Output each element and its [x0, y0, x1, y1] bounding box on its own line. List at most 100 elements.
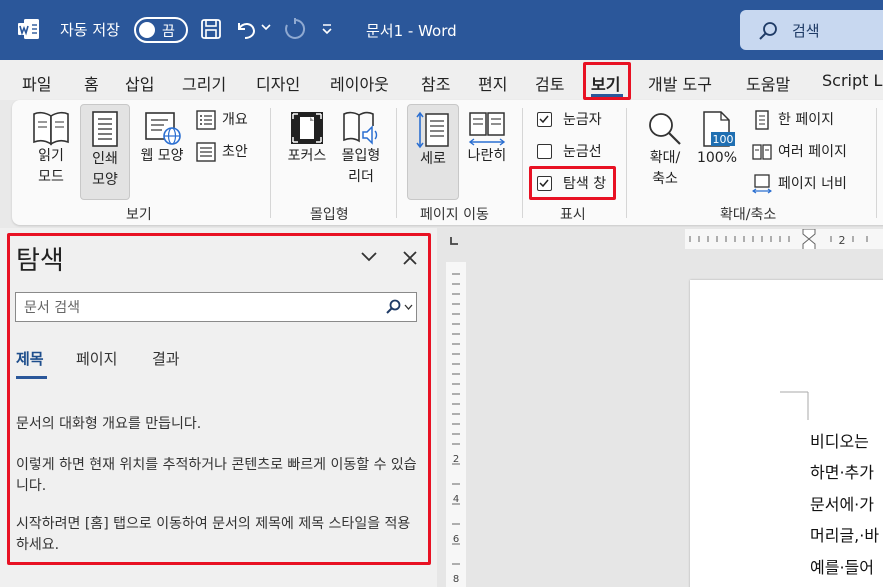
web-layout-label: 웹 모양 — [140, 148, 184, 164]
side-to-side-button[interactable]: 나란히 — [462, 110, 512, 167]
ruler-checkbox[interactable]: 눈금자 — [537, 110, 607, 130]
search-icon — [759, 22, 777, 40]
document-text-line[interactable]: 예를·들어 — [810, 554, 874, 578]
group-separator — [876, 108, 877, 218]
tab-layout[interactable]: 레이아웃 — [330, 71, 389, 95]
ruler-ticks: 2 — [689, 228, 868, 256]
multiple-pages-icon — [752, 144, 772, 160]
print-layout-button[interactable]: 인쇄 모양 — [80, 104, 130, 200]
checkmark-icon — [539, 115, 549, 124]
vertical-ruler-label: 6 — [453, 534, 459, 545]
vertical-ruler-label: 2 — [453, 454, 459, 465]
gridlines-checkbox[interactable]: 눈금선 — [537, 142, 607, 162]
outline-label: 개요 — [222, 112, 248, 128]
page-width-label: 페이지 너비 — [778, 176, 847, 192]
focus-icon — [291, 112, 323, 144]
side-to-side-label: 나란히 — [467, 148, 507, 164]
group-label-immersive: 몰입형 — [310, 207, 349, 223]
gridlines-check[interactable] — [537, 144, 552, 159]
autosave-state: 끔 — [162, 24, 175, 40]
focus-button[interactable]: 포커스 — [282, 110, 332, 167]
tab-review[interactable]: 검토 — [535, 71, 564, 95]
document-text-line[interactable]: 문서에·가 — [810, 491, 874, 515]
vertical-scroll-icon — [416, 111, 449, 149]
document-text-line[interactable]: 하면·추가 — [810, 459, 874, 483]
outline-icon — [196, 110, 216, 130]
draft-icon — [196, 142, 216, 162]
immersive-reader-button[interactable]: 몰입형 리더 — [334, 110, 388, 188]
page-width-button[interactable]: 페이지 너비 — [752, 174, 872, 194]
side-to-side-icon — [468, 112, 506, 146]
web-layout-button[interactable]: 웹 모양 — [134, 110, 190, 167]
magnifier-icon — [649, 113, 681, 145]
print-layout-label: 인쇄 모양 — [92, 151, 118, 188]
tab-file[interactable]: 파일 — [22, 71, 51, 95]
read-mode-label: 읽기 모드 — [38, 148, 64, 185]
highlight-navigation-pane-option — [529, 166, 616, 200]
zoom-100-icon: 100 — [703, 111, 735, 147]
document-text-line[interactable]: 비디오는 — [810, 428, 869, 452]
group-separator — [396, 108, 397, 218]
zoom-button[interactable]: 확대/ 축소 — [638, 110, 692, 190]
highlight-view-tab — [583, 62, 631, 100]
title-bar: 자동 저장 끔 문서1 - Word 검색 — [0, 0, 883, 60]
customize-toolbar-icon[interactable] — [320, 22, 334, 36]
autosave-label: 자동 저장 — [60, 21, 120, 39]
search-placeholder: 검색 — [792, 22, 820, 40]
one-page-button[interactable]: 한 페이지 — [752, 110, 852, 130]
document-title: 문서1 - Word — [366, 22, 457, 40]
zoom-100-button[interactable]: 100 100% — [695, 110, 739, 169]
zoom-label: 확대/ 축소 — [649, 150, 681, 187]
immersive-reader-label: 몰입형 리더 — [341, 148, 381, 185]
group-separator — [270, 108, 271, 218]
draft-button[interactable]: 초안 — [196, 142, 256, 162]
read-mode-button[interactable]: 읽기 모드 — [26, 110, 76, 188]
group-separator — [626, 108, 627, 218]
group-label-page-movement: 페이지 이동 — [420, 207, 489, 223]
vertical-ruler[interactable]: 2 4 6 8 — [446, 262, 466, 587]
group-separator — [522, 108, 523, 218]
group-label-zoom: 확대/축소 — [720, 207, 777, 223]
page-width-icon — [752, 174, 772, 194]
one-page-label: 한 페이지 — [778, 112, 834, 128]
tab-developer[interactable]: 개발 도구 — [648, 71, 712, 95]
vertical-ruler-label: 4 — [453, 494, 459, 505]
save-icon[interactable] — [200, 17, 222, 41]
word-window: 자동 저장 끔 문서1 - Word 검색 파일 홈 삽입 그리기 디자인 레이… — [0, 0, 883, 587]
undo-icon[interactable] — [234, 17, 258, 41]
highlight-navigation-pane — [7, 233, 431, 565]
tab-script-lab[interactable]: Script La — [822, 71, 883, 90]
horizontal-ruler-label: 2 — [839, 234, 846, 247]
immersive-reader-icon — [343, 111, 378, 145]
ribbon-view: 읽기 모드 인쇄 모양 웹 모양 개요 초안 보기 포커스 몰입형 리더 몰입형… — [12, 100, 883, 225]
tab-draw[interactable]: 그리기 — [182, 71, 226, 95]
ribbon-tabs: 파일 홈 삽입 그리기 디자인 레이아웃 참조 편지 검토 보기 개발 도구 도… — [0, 60, 883, 100]
focus-label: 포커스 — [287, 148, 327, 164]
multiple-pages-label: 여러 페이지 — [778, 144, 847, 160]
book-open-icon — [33, 111, 69, 146]
tab-references[interactable]: 참조 — [421, 71, 450, 95]
tab-insert[interactable]: 삽입 — [125, 71, 154, 95]
multiple-pages-button[interactable]: 여러 페이지 — [752, 142, 872, 162]
tab-design[interactable]: 디자인 — [256, 71, 300, 95]
redo-icon[interactable] — [283, 17, 307, 41]
vertical-ruler-label: 8 — [453, 574, 459, 585]
word-logo-icon[interactable] — [18, 18, 40, 40]
search-box[interactable]: 검색 — [740, 10, 883, 50]
chevron-down-icon[interactable] — [261, 22, 271, 32]
zoom-100-icon-text: 100 — [713, 133, 734, 146]
tab-home[interactable]: 홈 — [84, 71, 99, 95]
document-text-line[interactable]: 머리글,·바 — [810, 522, 879, 546]
autosave-toggle[interactable]: 끔 — [134, 17, 188, 43]
horizontal-ruler[interactable]: 2 — [685, 228, 883, 256]
group-label-views: 보기 — [126, 207, 152, 223]
vertical-button[interactable]: 세로 — [407, 104, 459, 200]
vertical-label: 세로 — [420, 151, 446, 167]
tab-selector-icon[interactable] — [449, 236, 459, 246]
ruler-ticks: 2 4 6 8 — [452, 273, 460, 585]
ruler-check[interactable] — [537, 112, 552, 127]
tab-mailings[interactable]: 편지 — [478, 71, 507, 95]
tab-help[interactable]: 도움말 — [746, 71, 790, 95]
outline-button[interactable]: 개요 — [196, 110, 256, 130]
print-layout-icon — [92, 111, 118, 147]
